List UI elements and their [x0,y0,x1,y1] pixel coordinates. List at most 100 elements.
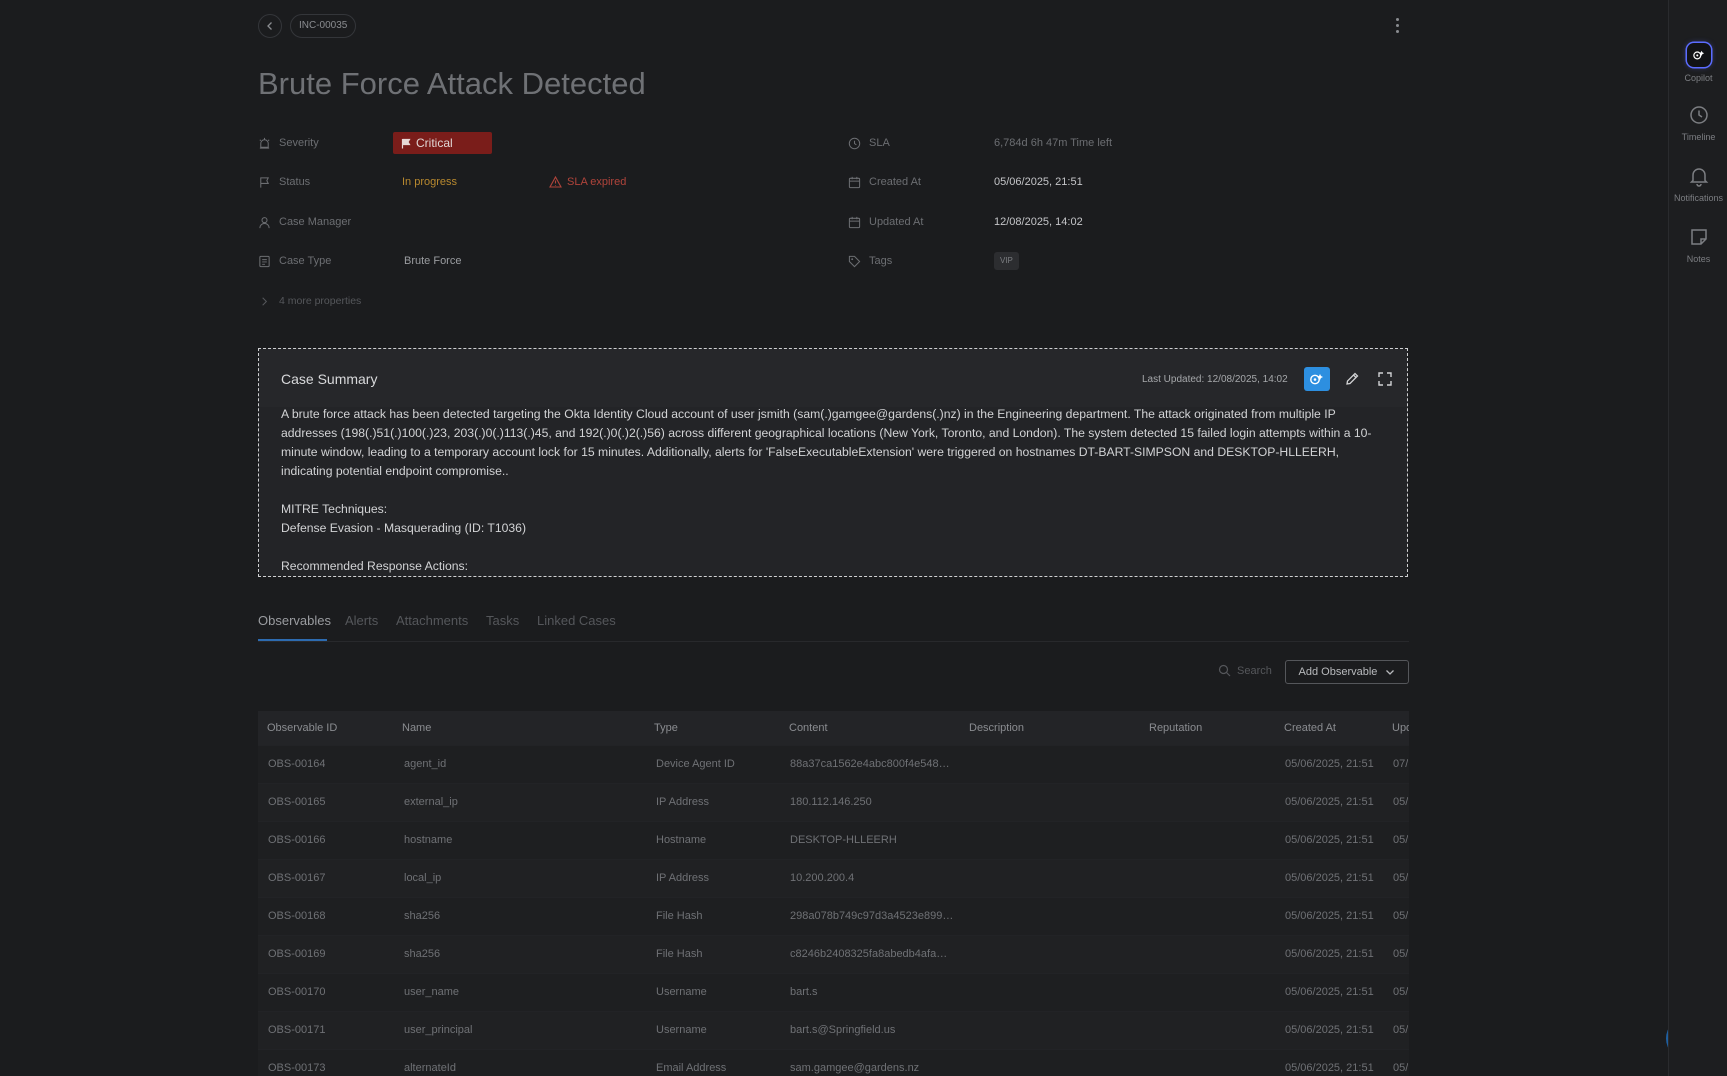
cell-updated-at: 05/ [1393,1024,1409,1036]
cell-created-at: 05/06/2025, 21:51 [1285,948,1374,960]
created-at-value: 05/06/2025, 21:51 [994,176,1083,188]
sla-value: 6,784d 6h 47m Time left [994,137,1113,149]
page-title: Brute Force Attack Detected [258,66,646,101]
sla-expired-text: SLA expired [567,176,627,188]
case-type-label-text: Case Type [279,255,332,267]
table-header: Observable ID Name Type Content Descript… [258,711,1409,745]
cell-type: IP Address [656,796,709,808]
case-id-badge: INC-00035 [290,14,357,38]
back-button[interactable] [258,14,282,38]
severity-label-text: Severity [279,137,319,149]
cell-created-at: 05/06/2025, 21:51 [1285,872,1374,884]
cell-name: user_principal [404,1024,473,1036]
cell-created-at: 05/06/2025, 21:51 [1285,758,1374,770]
rail-copilot-label: Copilot [1684,73,1713,83]
rail-timeline[interactable]: Timeline [1669,104,1727,142]
tag-icon [848,255,861,267]
table-row[interactable]: OBS-00171 user_principal Username bart.s@Sp… [258,1011,1409,1049]
severity-badge[interactable]: Critical [393,132,492,154]
updated-at-label-text: Updated At [869,216,924,228]
add-observable-label: Add Observable [1298,666,1378,678]
rail-notifications[interactable]: Notifications [1669,165,1727,203]
note-icon [1690,229,1707,245]
cell-name: sha256 [404,948,441,960]
bell-icon [1689,168,1708,187]
observables-table: Observable ID Name Type Content Descript… [258,711,1409,1076]
calendar-icon [848,176,861,188]
case-summary-header: Case Summary Last Updated: 12/08/2025, 1… [259,349,1407,407]
table-row[interactable]: OBS-00170 user_name Username bart.s 05/06/20… [258,973,1409,1011]
created-at-label: Created At [848,173,921,191]
alarm-icon [259,137,270,149]
table-row[interactable]: OBS-00173 alternateId Email Address sam.gam… [258,1049,1409,1076]
col-created-at[interactable]: Created At [1284,722,1336,734]
cell-name: hostname [404,834,453,846]
cell-observable-id: OBS-00173 [268,1062,326,1074]
status-value[interactable]: In progress [402,173,457,191]
table-row[interactable]: OBS-00164 agent_id Device Agent ID 88a37ca1… [258,745,1409,783]
rail-notes-label: Notes [1686,254,1711,264]
col-description[interactable]: Description [969,722,1024,734]
col-updated-at[interactable]: Upd [1392,722,1409,734]
case-manager-label: Case Manager [258,213,351,231]
case-summary-title: Case Summary [281,371,378,387]
document-icon [259,255,270,267]
cell-updated-at: 07/ [1393,758,1409,770]
more-properties-toggle[interactable]: 4 more properties [258,292,361,310]
mitre-heading: MITRE Techniques: [281,502,388,516]
col-observable-id[interactable]: Observable ID [267,722,337,734]
rail-notes[interactable]: Notes [1669,226,1727,264]
tab-tasks[interactable]: Tasks [486,613,519,628]
cell-content: 88a37ca1562e4abc800f4e548… [790,758,950,770]
col-reputation[interactable]: Reputation [1149,722,1202,734]
table-row[interactable]: OBS-00167 local_ip IP Address 10.200.200.4 0… [258,859,1409,897]
table-row[interactable]: OBS-00168 sha256 File Hash 298a078b749c97d3… [258,897,1409,935]
severity-label: Severity [258,134,319,152]
cell-name: local_ip [404,872,442,884]
ai-summary-button[interactable] [1304,367,1330,391]
edit-icon[interactable] [1344,371,1360,387]
col-type[interactable]: Type [654,722,678,734]
last-updated-text: Last Updated: 12/08/2025, 14:02 [1142,374,1288,385]
cell-content: sam.gamgee@gardens.nz [790,1062,920,1074]
cell-updated-at: 05/ [1393,872,1409,884]
right-sidebar: Copilot Timeline Notifications Notes [1668,0,1727,1076]
clock-icon [1689,106,1708,124]
case-type-value[interactable]: Brute Force [404,252,461,270]
copilot-icon [1310,374,1323,385]
table-row[interactable]: OBS-00165 external_ip IP Address 180.112.14… [258,783,1409,821]
more-properties-text: 4 more properties [279,295,362,307]
table-row[interactable]: OBS-00166 hostname Hostname DESKTOP-HLLEERH… [258,821,1409,859]
cell-type: Device Agent ID [656,758,735,770]
search-icon [1218,664,1231,677]
add-observable-button[interactable]: Add Observable [1285,660,1409,684]
cell-content: 180.112.146.250 [790,796,872,808]
cell-observable-id: OBS-00164 [268,758,326,770]
fullscreen-icon[interactable] [1377,371,1393,387]
cell-type: IP Address [656,872,709,884]
rail-copilot[interactable]: Copilot [1669,43,1727,83]
col-name[interactable]: Name [402,722,431,734]
rail-timeline-label: Timeline [1681,132,1716,142]
col-content[interactable]: Content [789,722,828,734]
table-row[interactable]: OBS-00169 sha256 File Hash c8246b2408325fa8… [258,935,1409,973]
cell-created-at: 05/06/2025, 21:51 [1285,986,1374,998]
tab-alerts[interactable]: Alerts [345,613,378,628]
chevron-right-icon [262,296,268,306]
case-type-label: Case Type [258,252,331,270]
search-placeholder: Search [1237,664,1272,677]
search-input[interactable]: Search [1218,664,1272,677]
tabs-divider [258,641,1409,642]
tag-vip[interactable]: VIP [994,252,1019,270]
cell-observable-id: OBS-00166 [268,834,326,846]
flag-outline-icon [260,176,270,188]
tab-linked-cases[interactable]: Linked Cases [537,613,616,628]
more-options-icon[interactable] [1390,14,1404,36]
tab-attachments[interactable]: Attachments [396,613,468,628]
cell-created-at: 05/06/2025, 21:51 [1285,834,1374,846]
tab-observables[interactable]: Observables [258,613,331,628]
updated-at-label: Updated At [848,213,923,231]
cell-observable-id: OBS-00169 [268,948,326,960]
cell-observable-id: OBS-00168 [268,910,326,922]
cell-updated-at: 05/ [1393,1062,1409,1074]
